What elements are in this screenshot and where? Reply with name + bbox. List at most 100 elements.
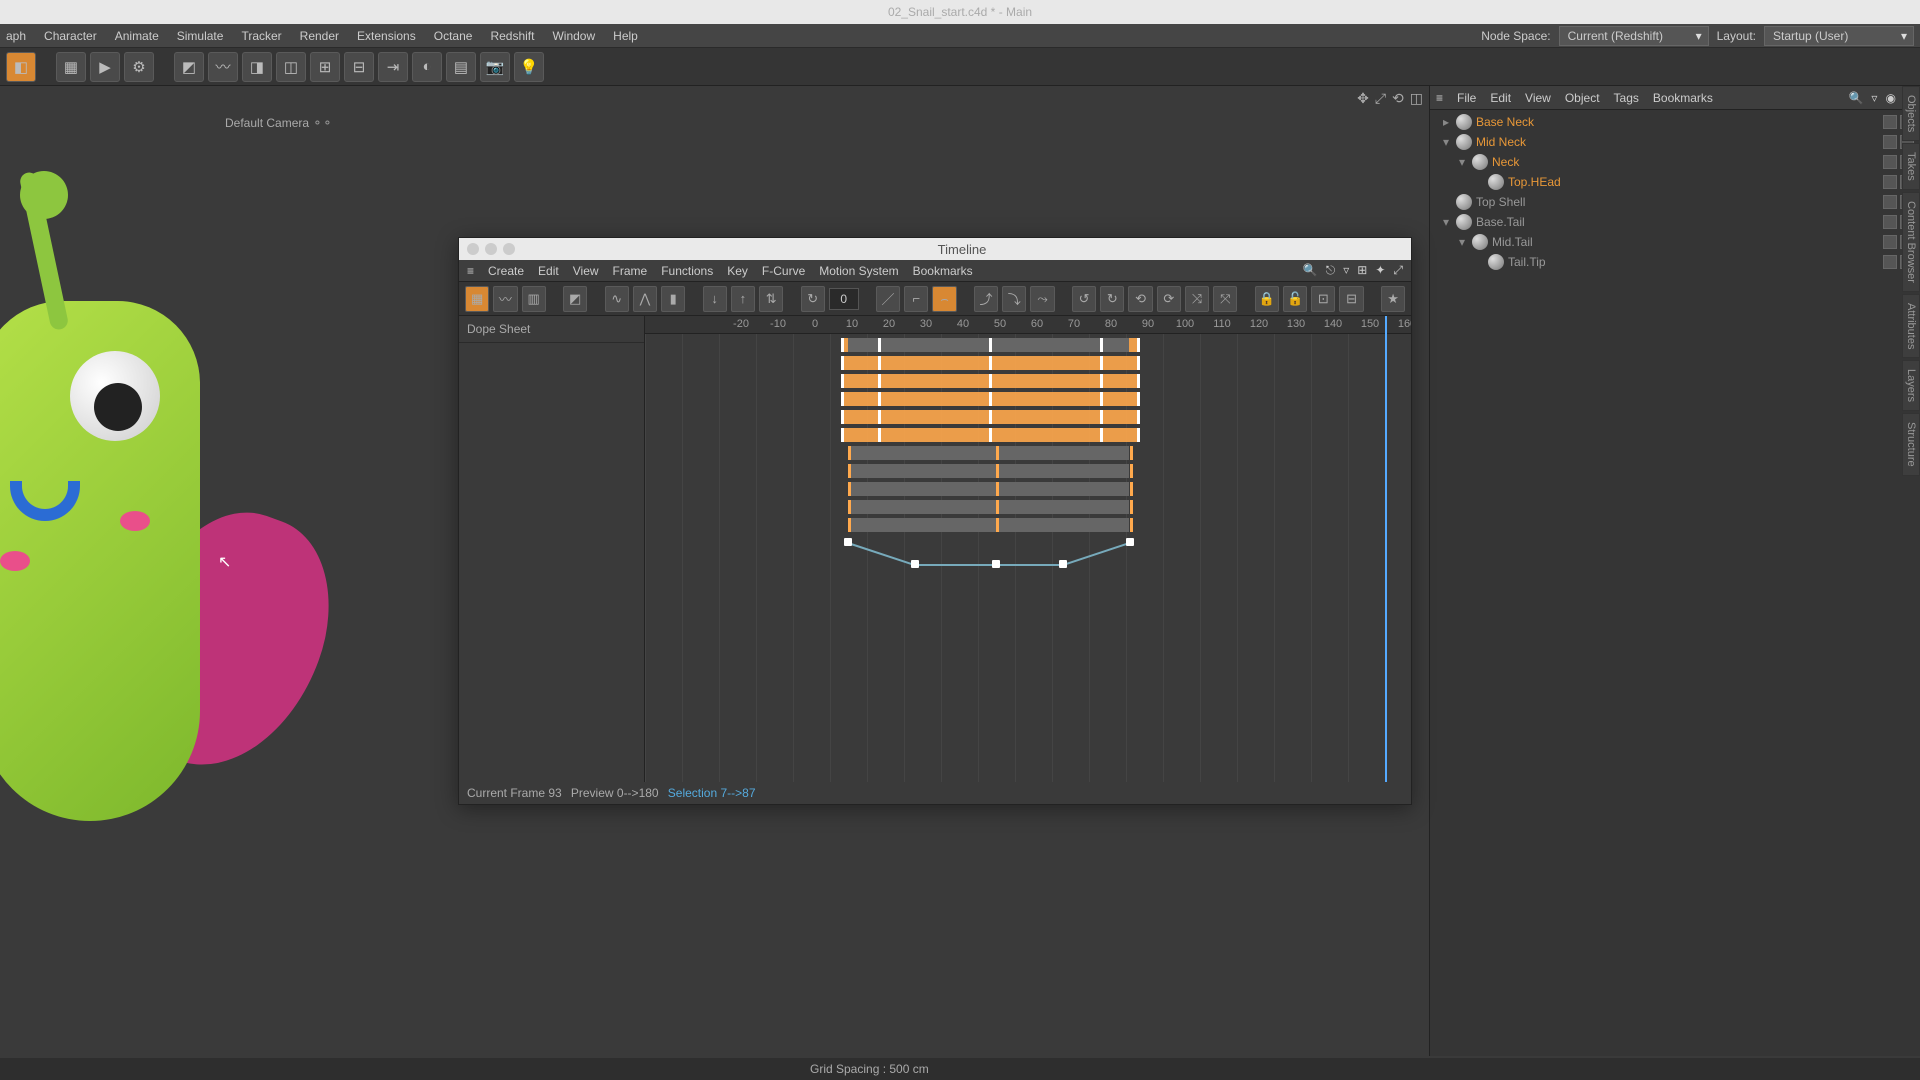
tl-menu-item[interactable]: Key: [727, 264, 748, 278]
menu-item[interactable]: Tracker: [241, 29, 281, 43]
tl-menu-item[interactable]: Frame: [613, 264, 648, 278]
side-tab[interactable]: Objects: [1902, 86, 1920, 141]
lock-d-icon[interactable]: ⊟: [1339, 286, 1363, 312]
visibility-toggle[interactable]: [1883, 155, 1897, 169]
filter-icon[interactable]: ▿: [1871, 91, 1877, 105]
curve-handle[interactable]: [1059, 560, 1067, 568]
menu-item[interactable]: Redshift: [490, 29, 534, 43]
keyframe[interactable]: [989, 356, 992, 370]
object-row[interactable]: Top.HEad: [1436, 172, 1914, 192]
add-icon[interactable]: ⊞: [1357, 263, 1367, 278]
keyframe[interactable]: [1137, 356, 1140, 370]
visibility-toggle[interactable]: [1883, 235, 1897, 249]
hamburger-icon[interactable]: ≡: [467, 264, 474, 278]
filter-icon[interactable]: ▿: [1343, 263, 1349, 278]
rotation-value[interactable]: 0: [829, 288, 859, 310]
keyframe[interactable]: [1130, 446, 1133, 460]
vp-zoom-icon[interactable]: ⤢: [1375, 90, 1386, 107]
key-del-icon[interactable]: ↑: [731, 286, 755, 312]
motion-icon[interactable]: ▥: [522, 286, 546, 312]
keyframe[interactable]: [841, 338, 844, 352]
cube-icon[interactable]: ◩: [174, 52, 204, 82]
play-icon[interactable]: ▶: [90, 52, 120, 82]
loop-f-icon[interactable]: ⤧: [1213, 286, 1237, 312]
visibility-toggle[interactable]: [1883, 175, 1897, 189]
expand-icon[interactable]: ⤢: [1393, 263, 1403, 278]
rot-icon[interactable]: ↻: [801, 286, 825, 312]
keyframe[interactable]: [878, 428, 881, 442]
search-icon[interactable]: 🔍: [1303, 263, 1318, 278]
obj-menu-item[interactable]: Edit: [1490, 91, 1511, 105]
side-tab[interactable]: Layers: [1902, 360, 1920, 411]
curve-handle[interactable]: [1126, 538, 1134, 546]
keyframe[interactable]: [1130, 500, 1133, 514]
keyframe-bar[interactable]: [848, 464, 1129, 478]
spline-icon[interactable]: 〰: [208, 52, 238, 82]
spline-tangent-icon[interactable]: ⌢: [932, 286, 956, 312]
keyframe[interactable]: [841, 356, 844, 370]
settings-icon[interactable]: ⚙: [124, 52, 154, 82]
keyframe-bar[interactable]: [848, 500, 1129, 514]
mode-icon[interactable]: ◩: [563, 286, 587, 312]
curve-c-icon[interactable]: ▮: [661, 286, 685, 312]
vp-move-icon[interactable]: ✥: [1357, 90, 1369, 107]
playhead[interactable]: [1385, 316, 1387, 782]
keyframe[interactable]: [1100, 410, 1103, 424]
obj-menu-item[interactable]: View: [1525, 91, 1551, 105]
curve-handle[interactable]: [911, 560, 919, 568]
node-space-dropdown[interactable]: Current (Redshift): [1559, 26, 1709, 46]
keyframe-bar[interactable]: [848, 518, 1129, 532]
keyframe[interactable]: [989, 338, 992, 352]
object-row[interactable]: ▸ Base Neck: [1436, 112, 1914, 132]
step-icon[interactable]: ⌐: [904, 286, 928, 312]
object-row[interactable]: ▾ Base.Tail: [1436, 212, 1914, 232]
keyframe[interactable]: [848, 464, 851, 478]
curve-a-icon[interactable]: ∿: [605, 286, 629, 312]
obj-menu-item[interactable]: Tags: [1614, 91, 1639, 105]
keyframe[interactable]: [1137, 374, 1140, 388]
object-tree[interactable]: ▸ Base Neck ▾ Mid Neck ▾ Neck Top.HEad T…: [1430, 110, 1920, 270]
menu-item[interactable]: aph: [6, 29, 26, 43]
keyframe[interactable]: [848, 518, 851, 532]
keyframe[interactable]: [996, 446, 999, 460]
loop-c-icon[interactable]: ⟲: [1128, 286, 1152, 312]
keyframe[interactable]: [996, 500, 999, 514]
lock-c-icon[interactable]: ⊡: [1311, 286, 1335, 312]
undo-icon[interactable]: ▦: [56, 52, 86, 82]
auto-icon[interactable]: ★: [1381, 286, 1405, 312]
loop-d-icon[interactable]: ⟳: [1157, 286, 1181, 312]
menu-item[interactable]: Animate: [115, 29, 159, 43]
minimize-icon[interactable]: [485, 243, 497, 255]
array-icon[interactable]: ⊞: [310, 52, 340, 82]
linear-icon[interactable]: ／: [876, 286, 900, 312]
dope-sheet-icon[interactable]: ▦: [465, 286, 489, 312]
layout-dropdown[interactable]: Startup (User): [1764, 26, 1914, 46]
keyframe[interactable]: [1100, 356, 1103, 370]
key-add-icon[interactable]: ↓: [703, 286, 727, 312]
keyframe[interactable]: [1137, 428, 1140, 442]
keyframe[interactable]: [989, 428, 992, 442]
keyframe[interactable]: [848, 482, 851, 496]
timeline-titlebar[interactable]: Timeline: [459, 238, 1411, 260]
loop-e-icon[interactable]: ⤨: [1185, 286, 1209, 312]
cloner-icon[interactable]: ⊟: [344, 52, 374, 82]
menu-item[interactable]: Octane: [434, 29, 473, 43]
keyframe[interactable]: [1100, 392, 1103, 406]
object-row[interactable]: Top Shell: [1436, 192, 1914, 212]
keyframe[interactable]: [841, 392, 844, 406]
curve-handle[interactable]: [992, 560, 1000, 568]
keyframe[interactable]: [1100, 374, 1103, 388]
eye-icon[interactable]: ◉: [1885, 91, 1895, 105]
tl-menu-item[interactable]: Bookmarks: [913, 264, 973, 278]
tl-menu-item[interactable]: F-Curve: [762, 264, 805, 278]
menu-item[interactable]: Simulate: [177, 29, 224, 43]
curve-handle[interactable]: [844, 538, 852, 546]
keyframe-bar[interactable]: [848, 482, 1129, 496]
visibility-toggle[interactable]: [1883, 255, 1897, 269]
menu-item[interactable]: Extensions: [357, 29, 416, 43]
more-icon[interactable]: ✦: [1375, 263, 1385, 278]
object-row[interactable]: ▾ Neck: [1436, 152, 1914, 172]
keyframe[interactable]: [1130, 482, 1133, 496]
menu-item[interactable]: Character: [44, 29, 97, 43]
side-tab[interactable]: Attributes: [1902, 294, 1920, 358]
